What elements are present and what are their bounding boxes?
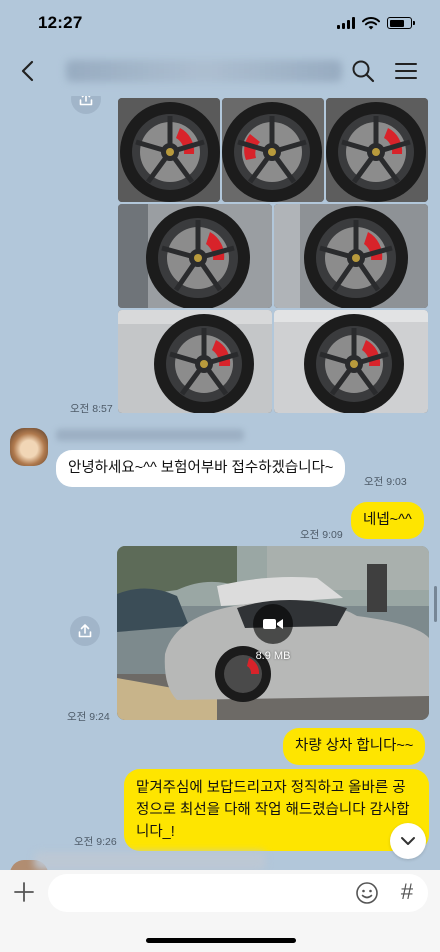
plus-icon[interactable] bbox=[12, 880, 36, 904]
status-bar: 12:27 bbox=[0, 0, 440, 46]
menu-icon[interactable] bbox=[394, 59, 418, 83]
chevron-down-icon bbox=[401, 837, 415, 845]
video-message[interactable]: 8.9 MB bbox=[117, 546, 429, 720]
message-time: 오전 8:57 bbox=[70, 403, 113, 415]
chat-title[interactable]: ████████████████████ bbox=[66, 60, 342, 82]
message-text-line: 정으로 최선을 다해 작업 해드렸습니다 감사합 bbox=[136, 802, 410, 818]
message-text: 안녕하세요~^^ 보험어부바 접수하겠습니다~ bbox=[68, 460, 334, 476]
message-text-line: 니다_! bbox=[136, 824, 175, 840]
share-icon bbox=[78, 624, 92, 638]
message-time: 오전 9:26 bbox=[74, 836, 117, 848]
share-photos-button[interactable] bbox=[71, 96, 101, 114]
sender-name: ██████████████ bbox=[56, 429, 244, 441]
wheel-photo[interactable] bbox=[274, 204, 428, 308]
message-text: 차량 상차 합니다~~ bbox=[295, 738, 414, 754]
incoming-message-bubble[interactable]: 안녕하세요~^^ 보험어부바 접수하겠습니다~ bbox=[56, 450, 346, 487]
wheel-photo[interactable] bbox=[326, 98, 428, 202]
wheel-photo[interactable] bbox=[222, 98, 324, 202]
outgoing-message-bubble[interactable]: 네넵~^^ bbox=[351, 502, 424, 539]
video-play-icon bbox=[263, 619, 283, 629]
video-file-size: 8.9 MB bbox=[255, 650, 291, 662]
sender-name bbox=[34, 852, 266, 870]
avatar[interactable] bbox=[10, 428, 48, 466]
status-icons bbox=[337, 16, 415, 30]
scrollbar[interactable] bbox=[434, 586, 437, 622]
wifi-icon bbox=[362, 16, 380, 29]
battery-icon bbox=[387, 17, 415, 29]
message-time: 오전 9:09 bbox=[300, 529, 343, 541]
message-text: 네넵~^^ bbox=[363, 512, 412, 528]
cellular-signal-icon bbox=[337, 17, 355, 29]
back-icon[interactable] bbox=[16, 58, 42, 84]
scroll-to-bottom-button[interactable] bbox=[390, 823, 426, 859]
outgoing-message-bubble[interactable]: 차량 상차 합니다~~ bbox=[283, 728, 426, 765]
wheel-photo[interactable] bbox=[118, 310, 272, 413]
message-text-line: 맡겨주심에 보답드리고자 정직하고 올바른 공 bbox=[136, 780, 406, 796]
input-bar: # bbox=[0, 870, 440, 952]
message-time: 오전 9:24 bbox=[67, 711, 110, 723]
chat-area[interactable]: 오전 8:57 ██████████████ 안녕하세요~^^ 보험어부바 접수… bbox=[0, 96, 440, 870]
chat-header: ████████████████████ bbox=[0, 46, 440, 96]
wheel-photo[interactable] bbox=[274, 310, 428, 413]
share-video-button[interactable] bbox=[70, 616, 100, 646]
outgoing-message-bubble[interactable]: 맡겨주심에 보답드리고자 정직하고 올바른 공 정으로 최선을 다해 작업 해드… bbox=[124, 769, 429, 851]
search-icon[interactable] bbox=[350, 58, 376, 84]
video-play-button[interactable] bbox=[253, 604, 293, 644]
share-icon bbox=[79, 96, 93, 106]
home-indicator bbox=[146, 938, 296, 943]
wheel-photo[interactable] bbox=[118, 98, 220, 202]
wheel-photo[interactable] bbox=[118, 204, 272, 308]
emoji-icon[interactable] bbox=[355, 881, 379, 905]
hash-button[interactable]: # bbox=[396, 880, 418, 904]
photo-grid[interactable] bbox=[118, 96, 428, 413]
message-time: 오전 9:03 bbox=[364, 476, 407, 488]
status-time: 12:27 bbox=[38, 13, 83, 32]
